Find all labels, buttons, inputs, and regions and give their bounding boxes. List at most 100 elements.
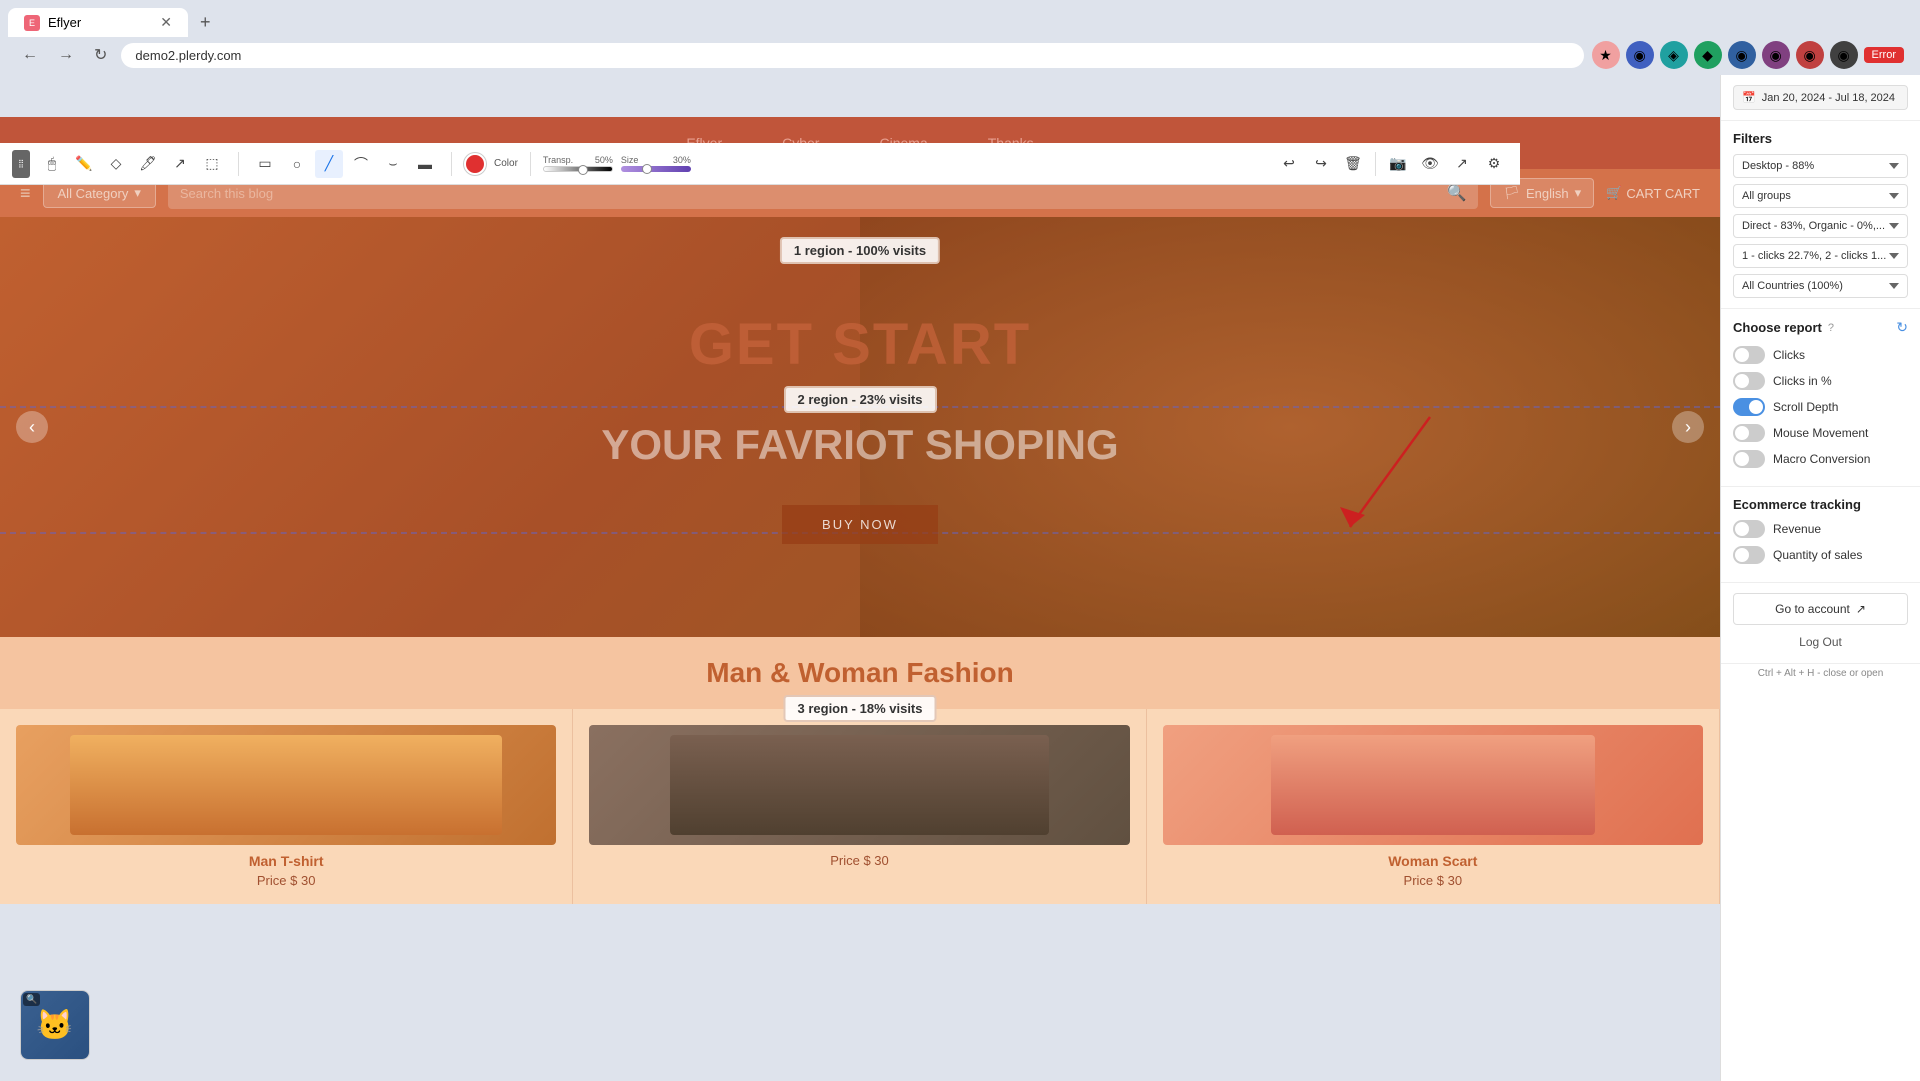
report-item-clicks: Clicks	[1733, 346, 1908, 364]
product-name-3: Woman Scart	[1163, 853, 1703, 869]
category-arrow: ▾	[134, 185, 141, 201]
hint-text: Ctrl + Alt + H - close or open	[1721, 664, 1920, 683]
revenue-toggle[interactable]	[1733, 520, 1765, 538]
transparency-control: Transp. 50%	[543, 155, 613, 172]
browser-icon-1[interactable]: ★	[1592, 41, 1620, 69]
account-section: Go to account ↗ Log Out	[1721, 583, 1920, 664]
hero-section: 1 region - 100% visits GET START 2 regio…	[0, 217, 1720, 637]
cat-widget[interactable]: 🐱 🔍	[20, 990, 90, 1060]
help-icon[interactable]: ?	[1828, 322, 1834, 334]
tool-divider-2	[451, 152, 452, 176]
hamburger-menu[interactable]: ≡	[20, 183, 31, 204]
forward-button[interactable]: →	[52, 42, 80, 68]
back-button[interactable]: ←	[16, 42, 44, 68]
product-card-2: Price $ 30	[573, 709, 1146, 904]
product-price-3: Price $ 30	[1163, 873, 1703, 888]
active-tab[interactable]: E Eflyer ✕	[8, 8, 188, 37]
browser-icon-2[interactable]: ◉	[1626, 41, 1654, 69]
undo-button[interactable]: ↩	[1275, 150, 1303, 178]
country-filter[interactable]: All Countries (100%)	[1733, 274, 1908, 298]
redo-button[interactable]: ↪	[1307, 150, 1335, 178]
go-to-account-button[interactable]: Go to account ↗	[1733, 593, 1908, 625]
source-filter[interactable]: Direct - 83%, Organic - 0%,...	[1733, 214, 1908, 238]
date-range-section: 📅 Jan 20, 2024 - Jul 18, 2024	[1721, 75, 1920, 121]
report-item-revenue: Revenue	[1733, 520, 1908, 538]
tool-group-main: 🖱 ✏️ ◇ 🖊 ↗ ⬚	[38, 150, 226, 178]
product-card-1: Man T-shirt Price $ 30	[0, 709, 573, 904]
search-button[interactable]: 🔍	[1447, 183, 1467, 203]
size-thumb[interactable]	[642, 164, 652, 174]
macro-toggle[interactable]	[1733, 450, 1765, 468]
quantity-label: Quantity of sales	[1773, 548, 1862, 562]
lang-arrow: ▾	[1575, 185, 1582, 201]
reload-button[interactable]: ↻	[88, 41, 113, 69]
clicks-pct-toggle[interactable]	[1733, 372, 1765, 390]
product-card-3: Woman Scart Price $ 30	[1147, 709, 1720, 904]
hero-prev-button[interactable]: ‹	[16, 411, 48, 443]
browser-icon-5[interactable]: ◉	[1728, 41, 1756, 69]
curve-left-tool[interactable]: ⌒	[347, 150, 375, 178]
size-control: Size 30%	[621, 155, 691, 172]
browser-icon-6[interactable]: ◉	[1762, 41, 1790, 69]
tab-close-button[interactable]: ✕	[160, 14, 172, 31]
new-tab-button[interactable]: +	[192, 8, 219, 37]
share-button[interactable]: ↗	[1448, 150, 1476, 178]
clicks-toggle[interactable]	[1733, 346, 1765, 364]
line-tool[interactable]: ╱	[315, 150, 343, 178]
arrow-tool[interactable]: ↗	[166, 150, 194, 178]
cursor-tool[interactable]: 🖱	[38, 150, 66, 178]
scroll-toggle[interactable]	[1733, 398, 1765, 416]
rect-tool[interactable]: ▭	[251, 150, 279, 178]
cart-button[interactable]: 🛒 CART CART	[1606, 185, 1700, 201]
product-price-1: Price $ 30	[16, 873, 556, 888]
search-input[interactable]	[180, 186, 1447, 201]
size-value: 30%	[673, 155, 691, 165]
hero-next-button[interactable]: ›	[1672, 411, 1704, 443]
error-badge[interactable]: Error	[1864, 47, 1904, 63]
rect-rounded-tool[interactable]: ▬	[411, 150, 439, 178]
annotation-toolbar: ⣿ 🖱 ✏️ ◇ 🖊 ↗ ⬚ ▭ ○ ╱ ⌒ ⌣ ▬	[0, 143, 1520, 185]
quantity-toggle[interactable]	[1733, 546, 1765, 564]
browser-icon-8[interactable]: ◉	[1830, 41, 1858, 69]
refresh-icon[interactable]: ↻	[1896, 319, 1908, 336]
highlight-tool[interactable]: 🖊	[134, 150, 162, 178]
device-filter[interactable]: Desktop - 88%	[1733, 154, 1908, 178]
color-picker[interactable]	[464, 153, 486, 175]
transparency-slider[interactable]	[543, 166, 613, 172]
filter-group: Desktop - 88% All groups Direct - 83%, O…	[1733, 154, 1908, 298]
transp-thumb[interactable]	[578, 165, 588, 175]
groups-filter[interactable]: All groups	[1733, 184, 1908, 208]
browser-icon-3[interactable]: ◈	[1660, 41, 1688, 69]
drag-handle[interactable]: ⣿	[12, 150, 30, 178]
circle-tool[interactable]: ○	[283, 150, 311, 178]
mouse-label: Mouse Movement	[1773, 426, 1868, 440]
flag-icon: 🏳	[1503, 185, 1520, 201]
log-out-button[interactable]: Log Out	[1733, 631, 1908, 653]
pen-tool[interactable]: ✏️	[70, 150, 98, 178]
filters-section: Filters Desktop - 88% All groups Direct …	[1721, 121, 1920, 309]
browser-icon-4[interactable]: ◆	[1694, 41, 1722, 69]
product-price-2: Price $ 30	[589, 853, 1129, 868]
transp-value: 50%	[595, 155, 613, 165]
choose-report-title: Choose report	[1733, 320, 1822, 335]
right-divider	[1375, 152, 1376, 176]
language-label: English	[1526, 186, 1569, 201]
frame-tool[interactable]: ⬚	[198, 150, 226, 178]
size-slider[interactable]	[621, 166, 691, 172]
cart-icon: 🛒	[1606, 185, 1622, 201]
date-range-picker[interactable]: 📅 Jan 20, 2024 - Jul 18, 2024	[1733, 85, 1908, 110]
address-bar-row: ← → ↻ demo2.plerdy.com ★ ◉ ◈ ◆ ◉ ◉ ◉ ◉ E…	[8, 37, 1912, 75]
mouse-toggle[interactable]	[1733, 424, 1765, 442]
settings-button[interactable]: ⚙	[1480, 150, 1508, 178]
hide-button[interactable]: 👁	[1416, 150, 1444, 178]
category-label: All Category	[58, 186, 129, 201]
clicks-label: Clicks	[1773, 348, 1805, 362]
delete-button[interactable]: 🗑	[1339, 150, 1367, 178]
browser-icon-7[interactable]: ◉	[1796, 41, 1824, 69]
curve-right-tool[interactable]: ⌣	[379, 150, 407, 178]
clicks-filter[interactable]: 1 - clicks 22.7%, 2 - clicks 1...	[1733, 244, 1908, 268]
hero-cta-button[interactable]: BUY NOW	[782, 505, 938, 544]
address-bar[interactable]: demo2.plerdy.com	[121, 43, 1583, 68]
shape-tool[interactable]: ◇	[102, 150, 130, 178]
camera-button[interactable]: 📷	[1384, 150, 1412, 178]
